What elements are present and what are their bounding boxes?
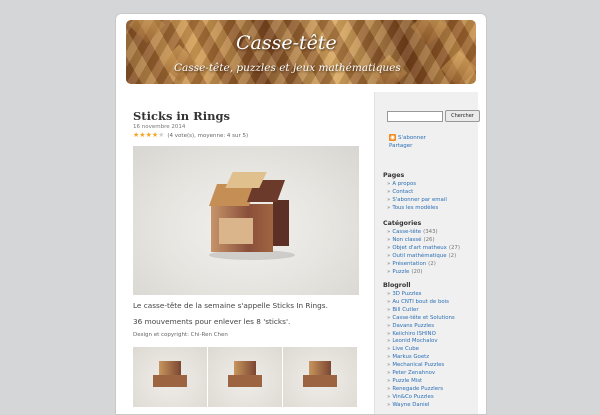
- categories-list: Casse-tête(343) Non classé(26) Objet d'a…: [383, 229, 475, 276]
- banner-decor: [410, 20, 448, 46]
- page-link[interactable]: Contact: [387, 189, 475, 197]
- puzzle-piece: [303, 375, 337, 387]
- category-count: (2): [448, 252, 457, 259]
- puzzle-block: [219, 218, 253, 244]
- puzzle-block: [273, 200, 289, 246]
- rating-text: (4 vote(s), moyenne: 4 sur 5): [167, 132, 249, 139]
- category-count: (343): [423, 229, 438, 235]
- category-item[interactable]: Casse-tête(343): [387, 229, 475, 237]
- categories-widget: Catégories Casse-tête(343) Non classé(26…: [383, 220, 475, 276]
- category-link[interactable]: Objet d'art matheux: [392, 245, 447, 251]
- blogroll-link[interactable]: Au CNTI bout de bois: [387, 299, 475, 307]
- post-main-image[interactable]: [133, 146, 359, 295]
- category-link[interactable]: Casse-tête: [392, 229, 421, 235]
- pages-heading: Pages: [383, 172, 405, 179]
- category-link[interactable]: Présentation: [392, 261, 426, 267]
- main-content: Sticks in Rings 16 novembre 2014 ★ ★ ★ ★ ★ (…: [133, 109, 359, 407]
- category-link[interactable]: Outil mathématique: [392, 253, 446, 259]
- subscribe-link[interactable]: S'abonner: [398, 134, 426, 142]
- blogroll-widget: Blogroll 3D Puzzles Au CNTI bout de bois…: [383, 282, 475, 410]
- blogroll-link[interactable]: 3D Puzzles: [387, 291, 475, 299]
- post-rating: ★ ★ ★ ★ ★ (4 vote(s), moyenne: 4 sur 5): [133, 132, 359, 139]
- category-link[interactable]: Puzzle: [392, 269, 409, 275]
- blogroll-link[interactable]: Renegade Puzzlers: [387, 386, 475, 394]
- rss-icon[interactable]: ◉: [389, 134, 396, 141]
- rating-stars[interactable]: ★ ★ ★ ★ ★: [133, 132, 164, 139]
- share-link[interactable]: Partager: [389, 142, 426, 150]
- blogroll-link[interactable]: Puzzle Mist: [387, 378, 475, 386]
- banner-decor: [440, 50, 476, 84]
- thumbnail-image[interactable]: [283, 347, 357, 407]
- blogroll-list: 3D Puzzles Au CNTI bout de bois Bill Cut…: [383, 291, 475, 410]
- category-count: (26): [423, 236, 435, 243]
- category-count: (27): [448, 244, 460, 251]
- categories-heading: Catégories: [383, 220, 422, 227]
- category-item[interactable]: Puzzle(20): [387, 269, 475, 277]
- blogroll-link[interactable]: Casse-tête et Solutions: [387, 315, 475, 323]
- blogroll-link[interactable]: Mechanical Puzzles: [387, 362, 475, 370]
- blogroll-link[interactable]: Wayne Daniel: [387, 402, 475, 410]
- blogroll-link[interactable]: Vin&Co Puzzles: [387, 394, 475, 402]
- page-container: Casse-tête Casse-tête, puzzles et jeux m…: [115, 13, 487, 415]
- blogroll-link[interactable]: Bill Cutler: [387, 307, 475, 315]
- thumbnail-image[interactable]: [133, 347, 207, 407]
- category-count: (20): [411, 268, 423, 275]
- search-button[interactable]: Chercher: [445, 110, 480, 122]
- page-link[interactable]: A propos: [387, 181, 475, 189]
- sidebar: Chercher ◉ S'abonner Partager Pages A pr…: [374, 92, 480, 414]
- pages-widget: Pages A propos Contact S'abonner par ema…: [383, 172, 475, 213]
- site-header-banner[interactable]: Casse-tête Casse-tête, puzzles et jeux m…: [126, 20, 476, 84]
- site-description: Casse-tête, puzzles et jeux mathématique…: [174, 62, 401, 74]
- category-item[interactable]: Non classé(26): [387, 237, 475, 245]
- puzzle-piece: [153, 375, 187, 387]
- blogroll-link[interactable]: Markus Goetz: [387, 354, 475, 362]
- blogroll-link[interactable]: Peter Zenahnov: [387, 370, 475, 378]
- post-date: 16 novembre 2014: [133, 124, 186, 130]
- blogroll-link[interactable]: Keiichiro ISHINO: [387, 331, 475, 339]
- category-link[interactable]: Non classé: [392, 237, 421, 243]
- post-credit: Design et copyright: Chi-Ren Chen: [133, 332, 228, 338]
- post-title[interactable]: Sticks in Rings: [133, 109, 359, 123]
- pages-list: A propos Contact S'abonner par email Tou…: [383, 181, 475, 213]
- thumbnail-row: [133, 347, 359, 407]
- page-link[interactable]: S'abonner par email: [387, 197, 475, 205]
- blogroll-link[interactable]: Live Cube: [387, 346, 475, 354]
- blogroll-link[interactable]: Leonid Mochalov: [387, 338, 475, 346]
- puzzle-piece: [228, 375, 262, 387]
- search-form: Chercher: [387, 110, 480, 122]
- category-count: (2): [428, 260, 436, 267]
- thumbnail-image[interactable]: [208, 347, 282, 407]
- post-paragraph: Le casse-tête de la semaine s'appelle St…: [133, 301, 328, 310]
- blogroll-heading: Blogroll: [383, 282, 411, 289]
- category-item[interactable]: Présentation(2): [387, 261, 475, 269]
- blogroll-link[interactable]: Davans Puzzles: [387, 323, 475, 331]
- category-item[interactable]: Objet d'art matheux(27): [387, 245, 475, 253]
- search-input[interactable]: [387, 110, 443, 122]
- post-paragraph: 36 mouvements pour enlever les 8 'sticks…: [133, 317, 291, 326]
- page-link[interactable]: Tous les modèles: [387, 205, 475, 213]
- subscribe-block: ◉ S'abonner Partager: [389, 134, 426, 150]
- category-item[interactable]: Outil mathématique(2): [387, 253, 475, 261]
- star-icon[interactable]: ★: [158, 132, 164, 139]
- banner-decor: [128, 20, 166, 44]
- site-title[interactable]: Casse-tête: [236, 32, 337, 54]
